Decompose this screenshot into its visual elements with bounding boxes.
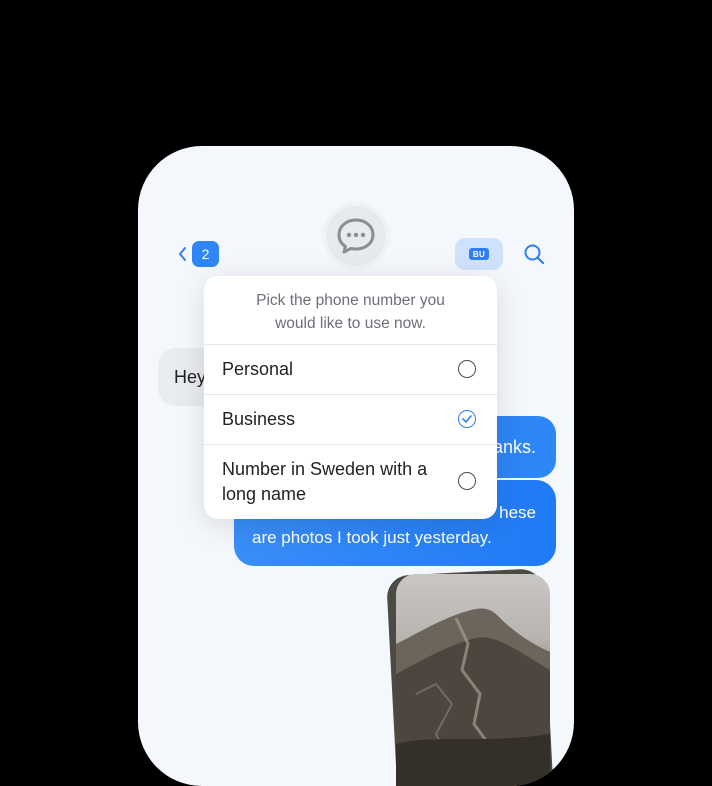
message-line: are photos I took just yesterday. <box>252 528 492 547</box>
contact-avatar[interactable] <box>326 206 386 266</box>
picker-prompt-line: Pick the phone number you <box>256 292 445 309</box>
phone-number-picker: Pick the phone number you would like to … <box>204 276 497 519</box>
radio-unchecked-icon[interactable] <box>458 359 476 378</box>
option-label: Business <box>222 409 296 429</box>
option-label: Number in Sweden with a long name <box>222 458 428 504</box>
option-label: Personal <box>222 359 294 379</box>
picker-prompt: Pick the phone number you would like to … <box>204 276 497 345</box>
line-chip: BU <box>469 248 489 260</box>
chat-bubble-icon <box>337 218 375 254</box>
check-icon <box>462 414 472 423</box>
option-sweden[interactable]: Number in Sweden with a long name <box>204 445 497 518</box>
mountain-image <box>396 608 550 786</box>
back-button[interactable] <box>172 242 192 266</box>
chevron-left-icon <box>179 247 186 261</box>
mountain-photo[interactable] <box>396 574 550 786</box>
picker-prompt-line: would like to use now. <box>275 315 426 332</box>
option-business[interactable]: Business <box>204 395 497 445</box>
line-selector-button[interactable]: BU <box>455 238 503 270</box>
option-personal[interactable]: Personal <box>204 345 497 395</box>
unread-count-badge[interactable]: 2 <box>192 241 219 267</box>
radio-checked-icon[interactable] <box>458 409 476 428</box>
search-button[interactable] <box>522 242 546 266</box>
search-icon <box>524 244 545 265</box>
radio-unchecked-icon[interactable] <box>458 471 476 490</box>
